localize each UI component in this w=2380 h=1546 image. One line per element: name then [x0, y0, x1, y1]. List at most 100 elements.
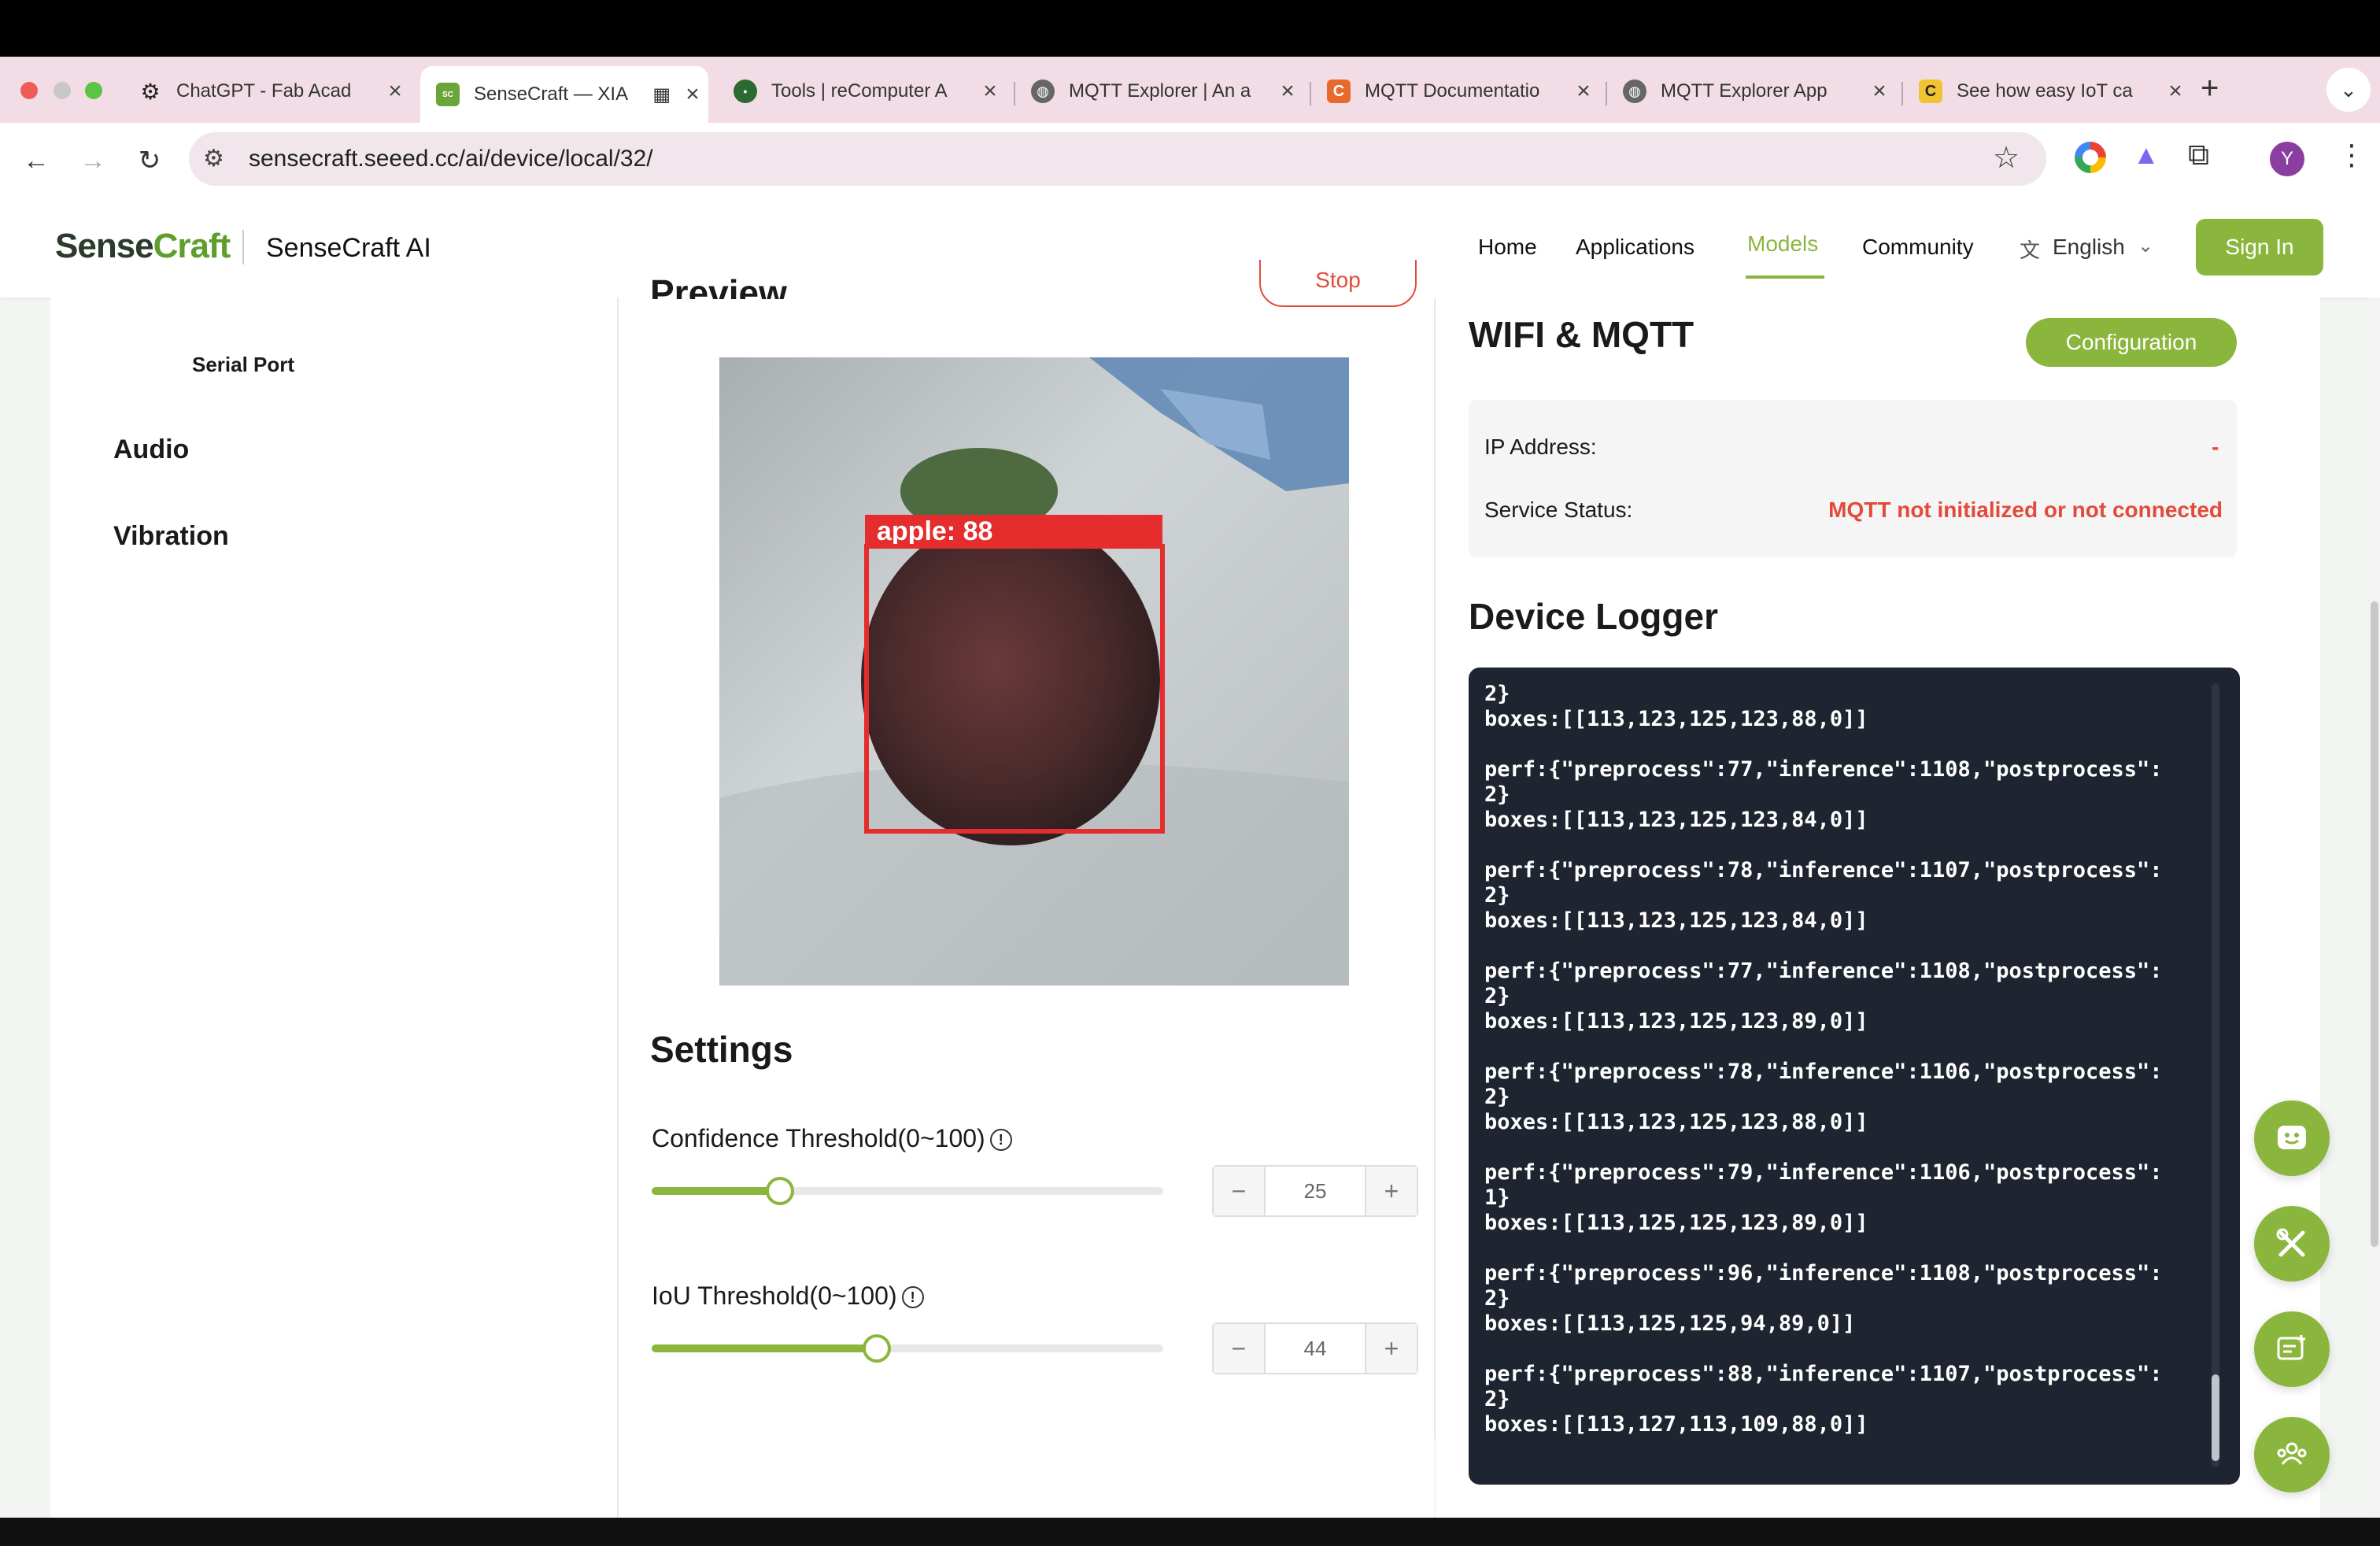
logo-accent-text: Craft [153, 227, 231, 265]
configuration-button[interactable]: Configuration [2026, 318, 2237, 367]
logger-output: 2} boxes:[[113,123,125,123,88,0]] perf:{… [1484, 682, 2163, 1437]
iou-slider-fill [652, 1344, 877, 1352]
wifi-mqtt-title: WIFI & MQTT [1469, 314, 1694, 355]
camera-preview-image: apple: 88 [719, 357, 1349, 986]
iou-value-input[interactable]: 44 [1264, 1324, 1366, 1373]
nav-models[interactable]: Models [1747, 231, 1818, 257]
forward-icon[interactable]: → [74, 142, 112, 179]
tab-label: MQTT Explorer App [1661, 80, 1828, 102]
tab-sensecraft[interactable]: SC SenseCraft — XIA ▦ × [420, 66, 708, 123]
nav-home[interactable]: Home [1478, 235, 1537, 260]
translate-icon[interactable]: 文 [2020, 235, 2040, 264]
tab-iot[interactable]: C See how easy IoT ca × [1903, 66, 2191, 117]
maximize-window-button[interactable] [85, 82, 102, 99]
url-text[interactable]: sensecraft.seeed.cc/ai/device/local/32/ [249, 146, 653, 172]
back-icon[interactable]: ← [17, 142, 55, 179]
stop-button[interactable]: Stop [1259, 260, 1417, 307]
tab-search-icon[interactable]: ⌄ [2326, 68, 2371, 112]
bottom-bar [0, 1518, 2380, 1546]
close-tab-icon[interactable]: × [1272, 78, 1303, 105]
sensecraft-logo[interactable]: SenseCraft [55, 227, 231, 266]
community-icon [2277, 1442, 2307, 1465]
window-top-bar [0, 0, 2380, 57]
confidence-slider-handle[interactable] [766, 1177, 794, 1205]
info-icon[interactable]: ! [989, 1129, 1012, 1151]
extension-icon-center [2082, 150, 2098, 165]
browser-menu-icon[interactable]: ⋮ [2338, 139, 2366, 172]
feedback-button[interactable] [2254, 1100, 2330, 1176]
tab-mqtt-docs[interactable]: C MQTT Documentatio × [1311, 66, 1599, 117]
chatgpt-icon: ⚙ [140, 79, 161, 104]
logger-scrollbar[interactable] [2212, 683, 2219, 1467]
proton-icon[interactable]: ▲ [2133, 140, 2160, 171]
close-tab-icon[interactable]: × [1568, 78, 1599, 105]
minimize-window-button[interactable] [54, 82, 71, 99]
bookmark-star-icon[interactable]: ☆ [1993, 140, 2020, 176]
confidence-value-input[interactable]: 25 [1264, 1167, 1366, 1215]
tab-label: MQTT Explorer | An a [1069, 80, 1251, 102]
close-tab-icon[interactable]: × [974, 78, 1006, 105]
profile-avatar[interactable]: Y [2270, 142, 2304, 176]
tab-audio-icon: ▦ [652, 83, 671, 105]
confidence-increment-button[interactable]: + [1366, 1167, 1417, 1215]
sign-in-button[interactable]: Sign In [2196, 219, 2323, 276]
ip-address-value: - [2212, 435, 2219, 459]
tab-mqtt-explorer-app[interactable]: ◍ MQTT Explorer App × [1607, 66, 1895, 117]
info-icon[interactable]: ! [901, 1286, 924, 1308]
tab-tools[interactable]: ● Tools | reComputer A × [718, 66, 1006, 117]
tab-label: MQTT Documentatio [1365, 80, 1540, 102]
confidence-label-row: Confidence Threshold(0~100)! [652, 1124, 1012, 1153]
confidence-label: Confidence Threshold(0~100) [652, 1124, 985, 1152]
nav-applications[interactable]: Applications [1576, 235, 1694, 260]
connection-status-box [1469, 400, 2237, 557]
menu-serial-port[interactable]: Serial Port [192, 353, 294, 377]
community-button[interactable] [2254, 1417, 2330, 1492]
active-nav-underline [1746, 276, 1824, 279]
close-window-button[interactable] [20, 82, 38, 99]
extensions-puzzle-icon[interactable]: ⧉ [2188, 139, 2209, 172]
confidence-decrement-button[interactable]: − [1214, 1167, 1264, 1215]
close-tab-icon[interactable]: × [2160, 78, 2191, 105]
tab-label: ChatGPT - Fab Acad [176, 80, 352, 102]
tab-chatgpt[interactable]: ⚙ ChatGPT - Fab Acad × [123, 66, 411, 117]
confidence-stepper: − 25 + [1212, 1165, 1418, 1217]
chevron-down-icon[interactable]: ⌄ [2138, 235, 2153, 257]
iou-slider-handle[interactable] [863, 1334, 891, 1363]
settings-title: Settings [650, 1029, 793, 1070]
iou-increment-button[interactable]: + [1366, 1324, 1417, 1373]
tab-mqtt-explorer[interactable]: ◍ MQTT Explorer | An a × [1015, 66, 1303, 117]
iou-stepper: − 44 + [1212, 1322, 1418, 1374]
site-settings-icon[interactable]: ⚙ [203, 145, 224, 172]
nav-community[interactable]: Community [1862, 235, 1974, 260]
close-tab-icon[interactable]: × [1864, 78, 1895, 105]
logo-main-text: Sense [55, 227, 154, 265]
stop-button-clip: Stop [1259, 260, 1417, 323]
logger-scrollbar-thumb[interactable] [2212, 1374, 2219, 1461]
language-selector[interactable]: English [2053, 235, 2125, 260]
device-logger-title: Device Logger [1469, 596, 1718, 637]
globe-icon: ◍ [1031, 80, 1055, 103]
sensecraft-icon: SC [436, 83, 460, 106]
menu-audio[interactable]: Audio [113, 435, 189, 465]
menu-vibration[interactable]: Vibration [113, 521, 229, 552]
iou-label-row: IoU Threshold(0~100)! [652, 1282, 924, 1311]
close-tab-icon[interactable]: × [677, 81, 708, 108]
device-logger-console[interactable]: 2} boxes:[[113,123,125,123,88,0]] perf:{… [1469, 668, 2240, 1485]
tools-button[interactable] [2254, 1206, 2330, 1282]
panel-divider [617, 298, 619, 1518]
tab-label: See how easy IoT ca [1957, 80, 2133, 102]
post-button[interactable] [2254, 1311, 2330, 1387]
site-name: SenseCraft AI [266, 233, 431, 263]
new-tab-icon[interactable]: + [2201, 71, 2219, 106]
panel-divider [1434, 298, 1436, 1439]
preview-title: Preview [650, 272, 787, 299]
detection-label: apple: 88 [877, 516, 992, 546]
reload-icon[interactable]: ↻ [131, 142, 168, 179]
stop-label: Stop [1315, 268, 1361, 292]
close-tab-icon[interactable]: × [379, 78, 411, 105]
iou-decrement-button[interactable]: − [1214, 1324, 1264, 1373]
c-icon: C [1327, 80, 1351, 103]
c-icon: C [1919, 80, 1942, 103]
page-scrollbar-thumb[interactable] [2371, 601, 2378, 1247]
post-add-icon [2277, 1335, 2305, 1360]
